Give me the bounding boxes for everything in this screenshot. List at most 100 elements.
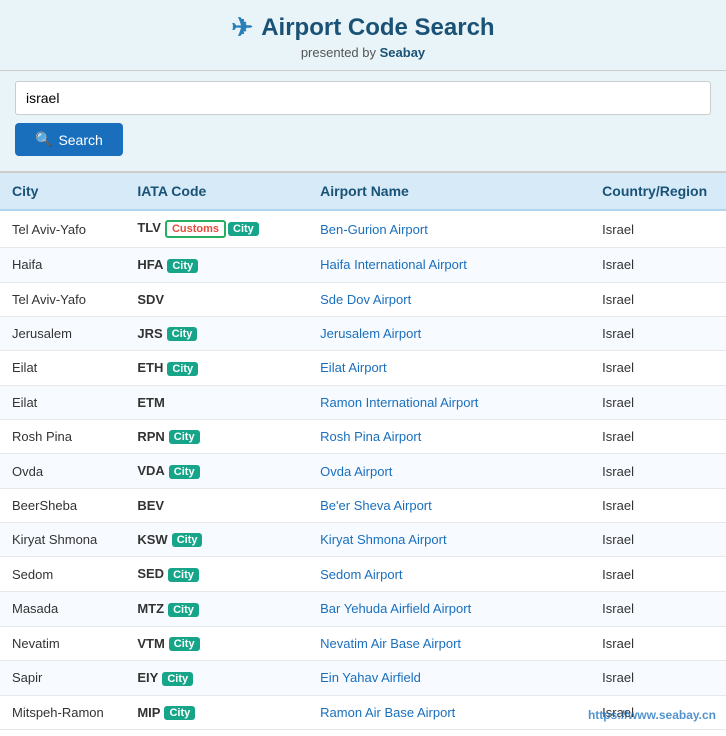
- col-header-airport: Airport Name: [308, 173, 590, 210]
- table-row: NevatimVTMCityNevatim Air Base AirportIs…: [0, 626, 726, 661]
- cell-airport[interactable]: Bar Yehuda Airfield Airport: [308, 591, 590, 626]
- search-button[interactable]: 🔍 Search: [15, 123, 123, 156]
- iata-code-value: TLV: [137, 220, 161, 235]
- iata-code-value: RPN: [137, 429, 164, 444]
- search-icon: 🔍: [35, 131, 52, 148]
- iata-code-value: SDV: [137, 292, 164, 307]
- cell-iata: MTZ City: [125, 591, 308, 626]
- iata-code-value: VDA: [137, 463, 164, 478]
- search-section: 🔍 Search: [0, 71, 726, 173]
- cell-airport[interactable]: Ben-Gurion Airport: [308, 210, 590, 248]
- airport-link[interactable]: Sedom Airport: [320, 567, 402, 582]
- col-header-iata: IATA Code: [125, 173, 308, 210]
- cell-city: Masada: [0, 591, 125, 626]
- airport-link[interactable]: Jerusalem Airport: [320, 326, 421, 341]
- cell-airport[interactable]: Ein Yahav Airfield: [308, 661, 590, 696]
- cell-country: Israel: [590, 419, 726, 454]
- cell-airport[interactable]: Sedom Airport: [308, 557, 590, 592]
- cell-airport[interactable]: Rosh Pina Airport: [308, 419, 590, 454]
- iata-code-value: JRS: [137, 326, 162, 341]
- customs-badge: Customs: [165, 220, 226, 238]
- cell-iata: EIY City: [125, 661, 308, 696]
- cell-city: Eilat: [0, 385, 125, 419]
- table-row: Rosh PinaRPNCityRosh Pina AirportIsrael: [0, 419, 726, 454]
- table-row: Masada MTZ City Bar Yehuda Airfield Airport…: [0, 591, 726, 626]
- cell-iata: ETHCity: [125, 351, 308, 386]
- table-row: Sapir EIY City Ein Yahav Airfield Israel: [0, 661, 726, 696]
- cell-iata: SEDCity: [125, 557, 308, 592]
- cell-iata: MIPCity: [125, 695, 308, 730]
- iata-code-value: ETM: [137, 395, 164, 410]
- airport-link[interactable]: Rosh Pina Airport: [320, 429, 421, 444]
- cell-airport[interactable]: Ovda Airport: [308, 454, 590, 489]
- cell-country: Israel: [590, 661, 726, 696]
- airport-link[interactable]: Ben-Gurion Airport: [320, 222, 428, 237]
- subtitle-text: presented by: [301, 45, 376, 60]
- cell-airport[interactable]: Nevatim Air Base Airport: [308, 626, 590, 661]
- airport-link[interactable]: Sde Dov Airport: [320, 292, 411, 307]
- airport-link[interactable]: Ovda Airport: [320, 464, 392, 479]
- iata-code-value: ETH: [137, 360, 163, 375]
- watermark: https://www.seabay.cn: [588, 708, 716, 722]
- cell-country: Israel: [590, 626, 726, 661]
- table-row: EilatETHCityEilat AirportIsrael: [0, 351, 726, 386]
- table-row: HaifaHFACityHaifa International AirportI…: [0, 248, 726, 283]
- airport-link[interactable]: Eilat Airport: [320, 360, 386, 375]
- airport-link[interactable]: Bar Yehuda Airfield Airport: [320, 601, 471, 616]
- col-header-city: City: [0, 173, 125, 210]
- cell-airport[interactable]: Ramon International Airport: [308, 385, 590, 419]
- cell-country: Israel: [590, 488, 726, 522]
- iata-code-value: EIY: [137, 670, 158, 685]
- brand-name: Seabay: [380, 45, 426, 60]
- cell-country: Israel: [590, 454, 726, 489]
- airport-link[interactable]: Ramon International Airport: [320, 395, 478, 410]
- airport-link[interactable]: Nevatim Air Base Airport: [320, 636, 461, 651]
- iata-code-value: HFA: [137, 257, 163, 272]
- cell-city: Tel Aviv-Yafo: [0, 210, 125, 248]
- cell-airport[interactable]: Sde Dov Airport: [308, 282, 590, 316]
- iata-code-value: KSW: [137, 532, 167, 547]
- cell-airport[interactable]: Haifa International Airport: [308, 248, 590, 283]
- iata-code-value: MTZ: [137, 601, 164, 616]
- airport-link[interactable]: Ein Yahav Airfield: [320, 670, 421, 685]
- plane-icon: ✈: [231, 12, 253, 43]
- table-row: SedomSEDCity Sedom Airport Israel: [0, 557, 726, 592]
- cell-iata: SDV: [125, 282, 308, 316]
- cell-country: Israel: [590, 248, 726, 283]
- cell-city: Sapir: [0, 661, 125, 696]
- cell-airport[interactable]: Be'er Sheva Airport: [308, 488, 590, 522]
- cell-country: Israel: [590, 522, 726, 557]
- table-row: Tel Aviv-Yafo TLV CustomsCity Ben-Gurion Ai…: [0, 210, 726, 248]
- cell-airport[interactable]: Ramon Air Base Airport: [308, 695, 590, 730]
- city-badge: City: [168, 568, 199, 582]
- city-badge: City: [228, 222, 259, 236]
- cell-city: Jerusalem: [0, 316, 125, 351]
- airport-link[interactable]: Ramon Air Base Airport: [320, 705, 455, 720]
- cell-iata: KSW City: [125, 522, 308, 557]
- cell-airport[interactable]: Eilat Airport: [308, 351, 590, 386]
- cell-iata: BEV: [125, 488, 308, 522]
- cell-city: Mitspeh-Ramon: [0, 695, 125, 730]
- cell-airport[interactable]: Jerusalem Airport: [308, 316, 590, 351]
- city-badge: City: [168, 603, 199, 617]
- cell-city: Sedom: [0, 557, 125, 592]
- airport-link[interactable]: Be'er Sheva Airport: [320, 498, 432, 513]
- header: ✈ Airport Code Search presented by Seaba…: [0, 0, 726, 71]
- results-table: City IATA Code Airport Name Country/Regi…: [0, 173, 726, 730]
- table-row: JerusalemJRSCityJerusalem AirportIsrael: [0, 316, 726, 351]
- airport-link[interactable]: Haifa International Airport: [320, 257, 467, 272]
- cell-country: Israel: [590, 591, 726, 626]
- city-badge: City: [169, 637, 200, 651]
- airport-link[interactable]: Kiryat Shmona Airport: [320, 532, 446, 547]
- cell-country: Israel: [590, 282, 726, 316]
- cell-city: Tel Aviv-Yafo: [0, 282, 125, 316]
- cell-country: Israel: [590, 351, 726, 386]
- city-badge: City: [167, 327, 198, 341]
- cell-city: Ovda: [0, 454, 125, 489]
- city-badge: City: [162, 672, 193, 686]
- cell-country: Israel: [590, 557, 726, 592]
- cell-airport[interactable]: Kiryat Shmona Airport: [308, 522, 590, 557]
- city-badge: City: [167, 259, 198, 273]
- search-input[interactable]: [15, 81, 711, 115]
- city-badge: City: [172, 533, 203, 547]
